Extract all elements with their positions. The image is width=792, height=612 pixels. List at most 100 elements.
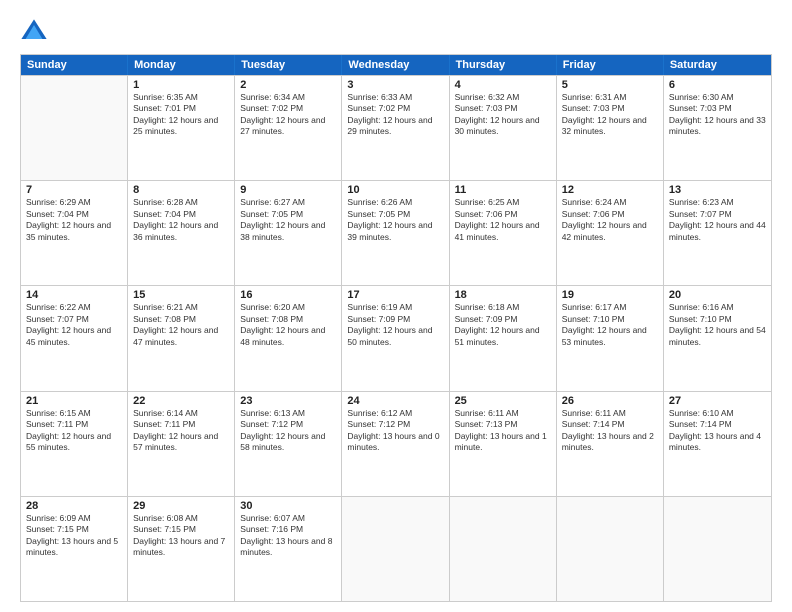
day-info: Sunrise: 6:11 AMSunset: 7:13 PMDaylight:…	[455, 408, 551, 454]
day-number: 1	[133, 79, 229, 91]
day-info: Sunrise: 6:25 AMSunset: 7:06 PMDaylight:…	[455, 197, 551, 243]
day-info: Sunrise: 6:11 AMSunset: 7:14 PMDaylight:…	[562, 408, 658, 454]
day-info: Sunrise: 6:13 AMSunset: 7:12 PMDaylight:…	[240, 408, 336, 454]
day-number: 23	[240, 395, 336, 407]
calendar-cell: 15Sunrise: 6:21 AMSunset: 7:08 PMDayligh…	[128, 286, 235, 390]
day-info: Sunrise: 6:32 AMSunset: 7:03 PMDaylight:…	[455, 92, 551, 138]
day-number: 5	[562, 79, 658, 91]
calendar-cell: 12Sunrise: 6:24 AMSunset: 7:06 PMDayligh…	[557, 181, 664, 285]
calendar-body: 1Sunrise: 6:35 AMSunset: 7:01 PMDaylight…	[21, 75, 771, 601]
day-number: 25	[455, 395, 551, 407]
calendar-cell: 26Sunrise: 6:11 AMSunset: 7:14 PMDayligh…	[557, 392, 664, 496]
day-info: Sunrise: 6:29 AMSunset: 7:04 PMDaylight:…	[26, 197, 122, 243]
calendar-cell: 13Sunrise: 6:23 AMSunset: 7:07 PMDayligh…	[664, 181, 771, 285]
day-info: Sunrise: 6:17 AMSunset: 7:10 PMDaylight:…	[562, 302, 658, 348]
day-info: Sunrise: 6:16 AMSunset: 7:10 PMDaylight:…	[669, 302, 766, 348]
day-number: 15	[133, 289, 229, 301]
day-info: Sunrise: 6:35 AMSunset: 7:01 PMDaylight:…	[133, 92, 229, 138]
day-number: 17	[347, 289, 443, 301]
calendar-cell: 2Sunrise: 6:34 AMSunset: 7:02 PMDaylight…	[235, 76, 342, 180]
calendar: SundayMondayTuesdayWednesdayThursdayFrid…	[20, 54, 772, 602]
day-number: 8	[133, 184, 229, 196]
day-number: 27	[669, 395, 766, 407]
header-cell-saturday: Saturday	[664, 55, 771, 75]
calendar-row-2: 14Sunrise: 6:22 AMSunset: 7:07 PMDayligh…	[21, 285, 771, 390]
day-info: Sunrise: 6:14 AMSunset: 7:11 PMDaylight:…	[133, 408, 229, 454]
calendar-cell: 8Sunrise: 6:28 AMSunset: 7:04 PMDaylight…	[128, 181, 235, 285]
day-info: Sunrise: 6:26 AMSunset: 7:05 PMDaylight:…	[347, 197, 443, 243]
day-info: Sunrise: 6:33 AMSunset: 7:02 PMDaylight:…	[347, 92, 443, 138]
day-number: 12	[562, 184, 658, 196]
day-number: 3	[347, 79, 443, 91]
calendar-cell: 7Sunrise: 6:29 AMSunset: 7:04 PMDaylight…	[21, 181, 128, 285]
day-info: Sunrise: 6:27 AMSunset: 7:05 PMDaylight:…	[240, 197, 336, 243]
day-info: Sunrise: 6:34 AMSunset: 7:02 PMDaylight:…	[240, 92, 336, 138]
calendar-cell: 5Sunrise: 6:31 AMSunset: 7:03 PMDaylight…	[557, 76, 664, 180]
header-cell-sunday: Sunday	[21, 55, 128, 75]
day-info: Sunrise: 6:28 AMSunset: 7:04 PMDaylight:…	[133, 197, 229, 243]
calendar-cell: 23Sunrise: 6:13 AMSunset: 7:12 PMDayligh…	[235, 392, 342, 496]
calendar-cell	[557, 497, 664, 601]
day-number: 14	[26, 289, 122, 301]
calendar-row-3: 21Sunrise: 6:15 AMSunset: 7:11 PMDayligh…	[21, 391, 771, 496]
calendar-cell: 9Sunrise: 6:27 AMSunset: 7:05 PMDaylight…	[235, 181, 342, 285]
day-info: Sunrise: 6:20 AMSunset: 7:08 PMDaylight:…	[240, 302, 336, 348]
day-number: 29	[133, 500, 229, 512]
header-cell-tuesday: Tuesday	[235, 55, 342, 75]
day-info: Sunrise: 6:31 AMSunset: 7:03 PMDaylight:…	[562, 92, 658, 138]
calendar-cell	[450, 497, 557, 601]
day-info: Sunrise: 6:10 AMSunset: 7:14 PMDaylight:…	[669, 408, 766, 454]
day-info: Sunrise: 6:30 AMSunset: 7:03 PMDaylight:…	[669, 92, 766, 138]
day-number: 9	[240, 184, 336, 196]
calendar-cell: 19Sunrise: 6:17 AMSunset: 7:10 PMDayligh…	[557, 286, 664, 390]
header-cell-thursday: Thursday	[450, 55, 557, 75]
calendar-cell: 14Sunrise: 6:22 AMSunset: 7:07 PMDayligh…	[21, 286, 128, 390]
day-number: 2	[240, 79, 336, 91]
calendar-cell: 6Sunrise: 6:30 AMSunset: 7:03 PMDaylight…	[664, 76, 771, 180]
day-info: Sunrise: 6:08 AMSunset: 7:15 PMDaylight:…	[133, 513, 229, 559]
day-number: 20	[669, 289, 766, 301]
day-number: 13	[669, 184, 766, 196]
day-number: 16	[240, 289, 336, 301]
header-cell-friday: Friday	[557, 55, 664, 75]
calendar-cell	[342, 497, 449, 601]
calendar-cell: 29Sunrise: 6:08 AMSunset: 7:15 PMDayligh…	[128, 497, 235, 601]
calendar-cell	[21, 76, 128, 180]
day-info: Sunrise: 6:22 AMSunset: 7:07 PMDaylight:…	[26, 302, 122, 348]
day-number: 28	[26, 500, 122, 512]
calendar-cell: 30Sunrise: 6:07 AMSunset: 7:16 PMDayligh…	[235, 497, 342, 601]
header-cell-wednesday: Wednesday	[342, 55, 449, 75]
calendar-cell: 28Sunrise: 6:09 AMSunset: 7:15 PMDayligh…	[21, 497, 128, 601]
calendar-cell: 1Sunrise: 6:35 AMSunset: 7:01 PMDaylight…	[128, 76, 235, 180]
header	[20, 18, 772, 46]
day-info: Sunrise: 6:19 AMSunset: 7:09 PMDaylight:…	[347, 302, 443, 348]
calendar-cell: 4Sunrise: 6:32 AMSunset: 7:03 PMDaylight…	[450, 76, 557, 180]
day-number: 10	[347, 184, 443, 196]
logo-icon	[20, 18, 48, 46]
logo	[20, 18, 52, 46]
calendar-cell: 18Sunrise: 6:18 AMSunset: 7:09 PMDayligh…	[450, 286, 557, 390]
day-number: 6	[669, 79, 766, 91]
day-number: 11	[455, 184, 551, 196]
calendar-cell: 17Sunrise: 6:19 AMSunset: 7:09 PMDayligh…	[342, 286, 449, 390]
calendar-cell: 3Sunrise: 6:33 AMSunset: 7:02 PMDaylight…	[342, 76, 449, 180]
day-number: 24	[347, 395, 443, 407]
day-info: Sunrise: 6:21 AMSunset: 7:08 PMDaylight:…	[133, 302, 229, 348]
page: SundayMondayTuesdayWednesdayThursdayFrid…	[0, 0, 792, 612]
header-cell-monday: Monday	[128, 55, 235, 75]
calendar-row-4: 28Sunrise: 6:09 AMSunset: 7:15 PMDayligh…	[21, 496, 771, 601]
calendar-row-1: 7Sunrise: 6:29 AMSunset: 7:04 PMDaylight…	[21, 180, 771, 285]
calendar-cell: 25Sunrise: 6:11 AMSunset: 7:13 PMDayligh…	[450, 392, 557, 496]
calendar-cell: 16Sunrise: 6:20 AMSunset: 7:08 PMDayligh…	[235, 286, 342, 390]
day-info: Sunrise: 6:24 AMSunset: 7:06 PMDaylight:…	[562, 197, 658, 243]
day-number: 21	[26, 395, 122, 407]
calendar-cell: 10Sunrise: 6:26 AMSunset: 7:05 PMDayligh…	[342, 181, 449, 285]
calendar-cell: 27Sunrise: 6:10 AMSunset: 7:14 PMDayligh…	[664, 392, 771, 496]
day-info: Sunrise: 6:23 AMSunset: 7:07 PMDaylight:…	[669, 197, 766, 243]
day-number: 7	[26, 184, 122, 196]
day-info: Sunrise: 6:09 AMSunset: 7:15 PMDaylight:…	[26, 513, 122, 559]
day-number: 18	[455, 289, 551, 301]
day-info: Sunrise: 6:07 AMSunset: 7:16 PMDaylight:…	[240, 513, 336, 559]
calendar-cell: 20Sunrise: 6:16 AMSunset: 7:10 PMDayligh…	[664, 286, 771, 390]
calendar-cell	[664, 497, 771, 601]
